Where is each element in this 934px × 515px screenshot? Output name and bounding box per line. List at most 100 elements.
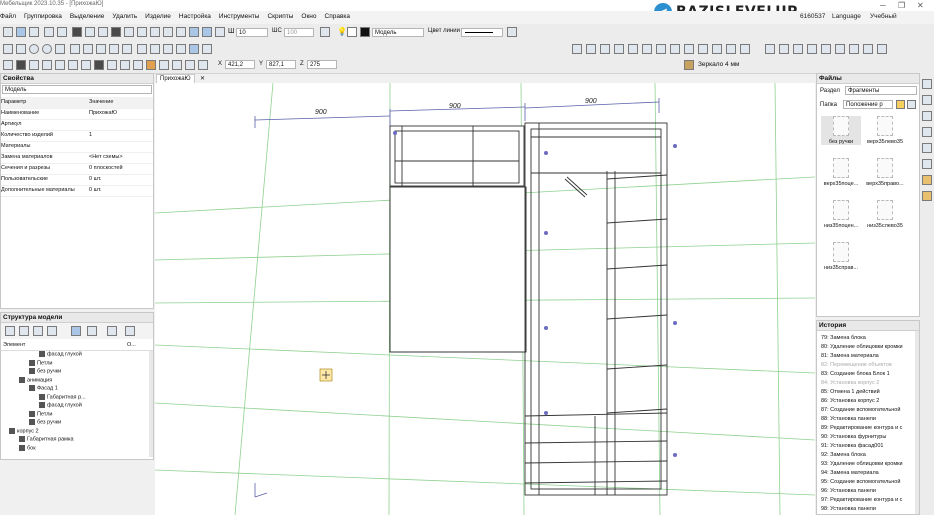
line-icon[interactable] xyxy=(124,27,134,37)
menu-item[interactable]: Справка xyxy=(325,13,351,20)
history-item[interactable]: 84: Установка корпус 2 xyxy=(821,379,917,388)
select-icon[interactable] xyxy=(98,27,108,37)
tree-item[interactable]: анимация xyxy=(19,376,52,383)
menu-item[interactable]: Удалить xyxy=(112,13,137,20)
visibility-icon[interactable] xyxy=(347,27,357,37)
fragment-item[interactable]: низ35справ... xyxy=(821,242,861,271)
snap-point-icon[interactable] xyxy=(215,27,225,37)
filter-icon[interactable] xyxy=(33,326,43,336)
tool-n-icon[interactable] xyxy=(185,60,195,70)
tree-item[interactable]: Габаритная рамка xyxy=(19,436,74,442)
view-icon[interactable] xyxy=(189,44,199,54)
mode-menu[interactable]: Учебный xyxy=(870,13,897,20)
shelf-icon[interactable] xyxy=(712,44,722,54)
tree-item[interactable]: фасад глухой xyxy=(39,402,82,408)
history-item[interactable]: 88: Установка панели xyxy=(821,415,917,424)
lamp-icon[interactable] xyxy=(922,111,932,121)
history-scrollbar[interactable] xyxy=(915,331,919,514)
menu-item[interactable]: Инструменты xyxy=(219,13,260,20)
fragment-item[interactable]: верх35право... xyxy=(865,158,905,187)
property-value[interactable]: <Нет схемы> xyxy=(89,152,123,163)
doc-icon[interactable] xyxy=(71,326,81,336)
grid-icon[interactable] xyxy=(85,27,95,37)
object-select[interactable]: Модель xyxy=(2,85,152,94)
history-item[interactable]: 81: Замена материала xyxy=(821,352,917,361)
tool-c-icon[interactable] xyxy=(29,60,39,70)
tool-k-icon[interactable] xyxy=(133,60,143,70)
tree-item[interactable]: Габаритная р... xyxy=(39,393,86,400)
array-icon[interactable] xyxy=(109,44,119,54)
history-item[interactable]: 86: Установка корпус 2 xyxy=(821,397,917,406)
history-item[interactable]: 79: Замена блока xyxy=(821,334,917,343)
fragment-item[interactable]: верх35лево35 xyxy=(865,116,905,145)
price-icon[interactable] xyxy=(877,44,887,54)
menu-item[interactable]: Скрипты xyxy=(267,13,293,20)
history-item[interactable]: 92: Замена блока xyxy=(821,451,917,460)
tree-item[interactable]: без ручки xyxy=(29,368,61,374)
rect-icon[interactable] xyxy=(3,44,13,54)
step-input[interactable]: 100 xyxy=(284,28,314,37)
profile-icon[interactable] xyxy=(779,44,789,54)
current-material[interactable]: Зеркало 4 мм xyxy=(698,61,739,68)
tool-m-icon[interactable] xyxy=(172,60,182,70)
menu-item[interactable]: Выделение xyxy=(70,13,104,20)
tool-h-icon[interactable] xyxy=(94,60,104,70)
property-value[interactable]: 0 шт. xyxy=(89,174,101,185)
property-row[interactable]: Дополнительные материалы 0 шт. xyxy=(1,185,153,197)
history-item[interactable]: 91: Установка фасад001 xyxy=(821,442,917,451)
x-coord-input[interactable]: 421,2 xyxy=(225,60,255,69)
fitting-icon[interactable] xyxy=(793,44,803,54)
tab-close-icon[interactable]: ✕ xyxy=(200,75,205,82)
fragment-item[interactable]: без ручки xyxy=(821,116,861,145)
hatch-icon[interactable] xyxy=(163,44,173,54)
settings-icon[interactable] xyxy=(125,326,135,336)
folder2-icon[interactable] xyxy=(922,191,932,201)
view-iso-icon[interactable] xyxy=(628,44,638,54)
tool-b-icon[interactable] xyxy=(16,60,26,70)
circle-icon[interactable] xyxy=(29,44,39,54)
mirror-icon[interactable] xyxy=(96,44,106,54)
save-icon[interactable] xyxy=(29,27,39,37)
history-item[interactable]: 89: Редактирование контура и с xyxy=(821,424,917,433)
wrench-icon[interactable] xyxy=(922,95,932,105)
history-item[interactable]: 97: Редактирование контура и с xyxy=(821,496,917,505)
text-icon[interactable] xyxy=(176,44,186,54)
tree-item[interactable]: Петли xyxy=(29,410,53,417)
history-item[interactable]: 94: Замена материала xyxy=(821,469,917,478)
tool-o-icon[interactable] xyxy=(198,60,208,70)
view-right-icon[interactable] xyxy=(614,44,624,54)
facade-icon[interactable] xyxy=(765,44,775,54)
tool-l-icon[interactable] xyxy=(159,60,169,70)
view-front-icon[interactable] xyxy=(572,44,582,54)
tool-e-icon[interactable] xyxy=(55,60,65,70)
tree-item[interactable]: бок xyxy=(19,444,36,451)
block-icon[interactable] xyxy=(922,127,932,137)
history-item[interactable]: 98: Установка панели xyxy=(821,505,917,514)
redo-icon[interactable] xyxy=(57,27,67,37)
open-file-icon[interactable] xyxy=(16,27,26,37)
paste-icon[interactable] xyxy=(83,44,93,54)
panel-vertical-icon[interactable] xyxy=(670,44,680,54)
tool-f-icon[interactable] xyxy=(68,60,78,70)
menu-item[interactable]: Настройка xyxy=(179,13,211,20)
line-style-select[interactable] xyxy=(461,28,503,37)
tree-item[interactable]: корпус 2 xyxy=(9,427,39,434)
view-left-icon[interactable] xyxy=(600,44,610,54)
history-item[interactable]: 80: Удаление облицовки кромки xyxy=(821,343,917,352)
box-icon[interactable] xyxy=(726,44,736,54)
render-icon[interactable] xyxy=(202,44,212,54)
bulb-icon[interactable]: 💡 xyxy=(337,27,347,36)
cut-icon[interactable] xyxy=(55,44,65,54)
tool-d-icon[interactable] xyxy=(42,60,52,70)
panel-back-icon[interactable] xyxy=(684,44,694,54)
file-icon[interactable] xyxy=(922,175,932,185)
history-item[interactable]: 93: Удаление облицовки кромки xyxy=(821,460,917,469)
history-item[interactable]: 82: Перемещение объектов xyxy=(821,361,917,370)
menu-item[interactable]: Файл xyxy=(0,13,16,20)
y-coord-input[interactable]: 827,1 xyxy=(266,60,296,69)
pointer-icon[interactable] xyxy=(137,27,147,37)
arc-icon[interactable] xyxy=(42,44,52,54)
undo-icon[interactable] xyxy=(44,27,54,37)
handle-icon[interactable] xyxy=(821,44,831,54)
history-item[interactable]: 87: Создание вспомогательной xyxy=(821,406,917,415)
